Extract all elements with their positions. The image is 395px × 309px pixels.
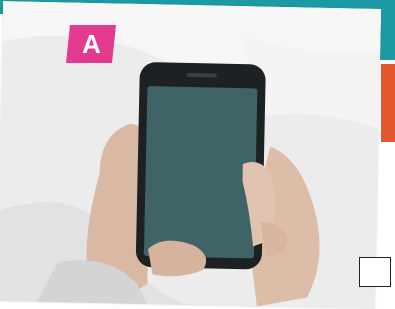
- photo-illustration: [0, 1, 382, 309]
- option-letter-badge: A: [66, 25, 116, 63]
- option-card: A: [0, 0, 395, 309]
- option-letter: A: [81, 29, 101, 59]
- photo-hands-holding-smartphone: [0, 1, 382, 309]
- orange-background-strip: [381, 64, 395, 142]
- answer-checkbox[interactable]: [359, 257, 391, 287]
